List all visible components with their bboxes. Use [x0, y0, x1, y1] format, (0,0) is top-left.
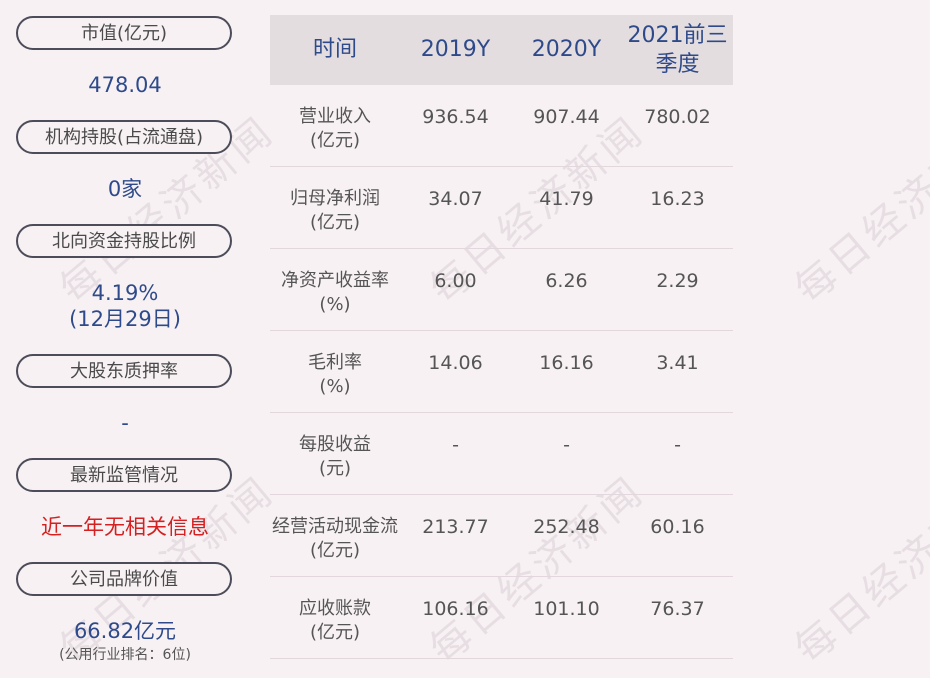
cell-2021q3: 76.37 — [650, 598, 705, 620]
brand-value-label: 公司品牌价值 — [16, 562, 232, 596]
cell-2019y: 34.07 — [428, 188, 483, 210]
cell-2019y: 14.06 — [428, 352, 483, 374]
cell-2021q3: 60.16 — [650, 516, 705, 538]
institutional-holding-label: 机构持股(占流通盘) — [16, 120, 232, 154]
northbound-ratio-label: 北向资金持股比例 — [16, 224, 232, 258]
cell-2019y: 6.00 — [434, 270, 477, 292]
cell-2021q3: 3.41 — [656, 352, 699, 374]
cell-2019y: 213.77 — [422, 516, 489, 538]
cell-2020y: 101.10 — [533, 598, 600, 620]
cell-2020y: 907.44 — [533, 106, 600, 128]
header-2020y: 2020Y — [531, 37, 602, 62]
cell-2021q3: 2.29 — [656, 270, 699, 292]
cell-2020y: 16.16 — [539, 352, 594, 374]
header-2019y: 2019Y — [420, 37, 491, 62]
pledge-rate-label: 大股东质押率 — [16, 354, 232, 388]
cell-2021q3: 780.02 — [644, 106, 711, 128]
left-panel: 市值(亿元) 478.04 机构持股(占流通盘) 0家 北向资金持股比例 4.1… — [0, 0, 250, 678]
cell-2019y: - — [452, 434, 459, 456]
cell-2019y: 106.16 — [422, 598, 489, 620]
brand-value-rank-note: (公用行业排名：6位) — [59, 647, 191, 663]
brand-value-value: 66.82亿元 — [73, 619, 177, 643]
northbound-ratio-value: 4.19% — [91, 281, 159, 305]
row-label: 营业收入 (亿元) — [299, 106, 371, 151]
header-time: 时间 — [312, 37, 357, 62]
table-row: 毛利率 (%) 14.06 16.16 3.41 — [270, 331, 733, 413]
table-header: 时间 2019Y 2020Y 2021前三 季度 — [270, 15, 733, 85]
table-row: 净资产收益率 (%) 6.00 6.26 2.29 — [270, 249, 733, 331]
market-cap-label: 市值(亿元) — [16, 16, 232, 50]
cell-2021q3: 16.23 — [650, 188, 705, 210]
table-row: 归母净利润 (亿元) 34.07 41.79 16.23 — [270, 167, 733, 249]
header-2021q3: 2021前三 季度 — [622, 15, 733, 91]
table-row: 经营活动现金流 (亿元) 213.77 252.48 60.16 — [270, 495, 733, 577]
cell-2020y: 6.26 — [545, 270, 588, 292]
table-row: 营业收入 (亿元) 936.54 907.44 780.02 — [270, 85, 733, 167]
row-label: 每股收益 (元) — [299, 434, 371, 479]
row-label: 净资产收益率 (%) — [281, 270, 389, 315]
regulatory-status-label: 最新监管情况 — [16, 458, 232, 492]
cell-2020y: 252.48 — [533, 516, 600, 538]
institutional-holding-value: 0家 — [107, 177, 143, 201]
header-2021q3-line1: 2021前三 — [627, 23, 728, 48]
financial-table: 时间 2019Y 2020Y 2021前三 季度 营业收入 (亿元) 936.54… — [270, 15, 733, 659]
cell-2019y: 936.54 — [422, 106, 489, 128]
header-2021q3-line2: 季度 — [655, 52, 700, 77]
regulatory-status-value: 近一年无相关信息 — [41, 515, 209, 539]
row-label: 经营活动现金流 (亿元) — [272, 516, 398, 561]
pledge-rate-value: - — [121, 411, 129, 435]
watermark: 每日经济新闻 — [786, 467, 930, 673]
market-cap-value: 478.04 — [88, 73, 162, 97]
watermark: 每日经济新闻 — [786, 107, 930, 313]
cell-2021q3: - — [674, 434, 681, 456]
table-row: 每股收益 (元) - - - — [270, 413, 733, 495]
cell-2020y: 41.79 — [539, 188, 594, 210]
row-label: 毛利率 (%) — [308, 352, 362, 397]
table-row: 应收账款 (亿元) 106.16 101.10 76.37 — [270, 577, 733, 659]
northbound-ratio-date: (12月29日) — [69, 307, 181, 331]
row-label: 应收账款 (亿元) — [299, 598, 371, 643]
cell-2020y: - — [563, 434, 570, 456]
row-label: 归母净利润 (亿元) — [290, 188, 380, 233]
